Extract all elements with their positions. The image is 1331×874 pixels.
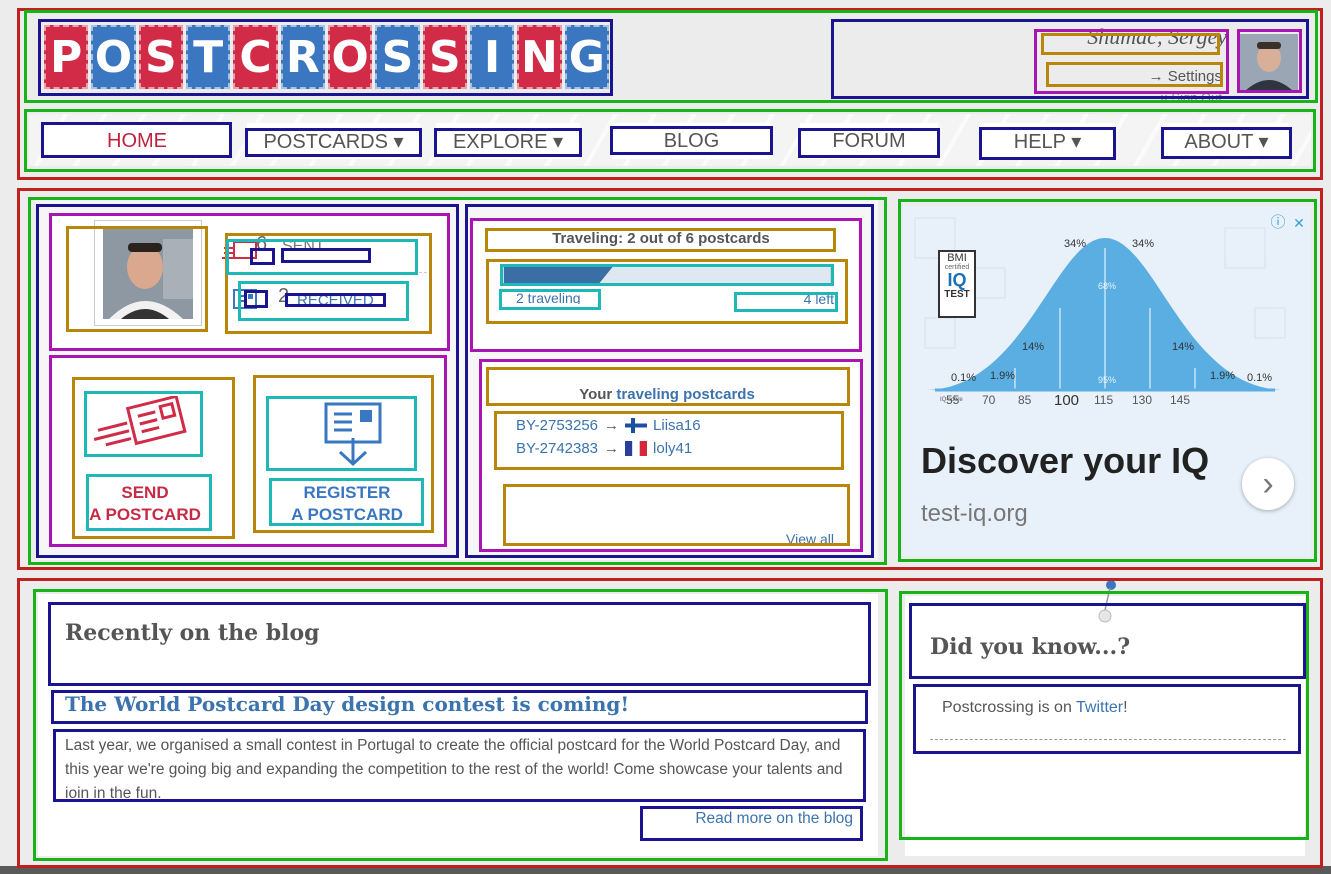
annotation-your-traveling (486, 367, 850, 406)
annotation-blog-excerpt (53, 729, 866, 802)
annotation-received-row (238, 281, 409, 321)
annotation-sent-row (226, 239, 418, 275)
annotation-traveling-count (499, 289, 601, 310)
page: POSTCROSSING Shumac, Sergey → Settings ×… (0, 0, 1331, 868)
annotation-nav-about (1161, 127, 1292, 159)
annotation-ad (898, 199, 1317, 562)
annotation-logo (38, 19, 613, 96)
annotation-user-name (1041, 33, 1220, 55)
annotation-blog-title (48, 602, 871, 686)
annotation-postcard-list (494, 411, 844, 470)
annotation-register-label (269, 478, 424, 526)
annotation-nav-home (41, 122, 232, 158)
annotation-blog-post-title (51, 690, 868, 724)
annotation-nav-postcards (245, 128, 422, 157)
annotation-left-count (734, 292, 838, 312)
annotation-nav-blog (610, 126, 773, 155)
annotation-traveling-title (485, 228, 836, 252)
annotation-send-icon (84, 391, 203, 457)
annotation-dyk-body (913, 684, 1301, 754)
annotation-send-label (86, 474, 212, 531)
annotation-dyk-title (909, 603, 1306, 679)
annotation-settings (1046, 62, 1223, 87)
annotation-view-all (503, 484, 850, 546)
annotation-nav-help (979, 127, 1116, 160)
annotation-read-more (640, 806, 863, 841)
annotation-progress-bar (500, 264, 834, 286)
annotation-profile-photo (66, 226, 208, 332)
annotation-register-icon (266, 396, 417, 471)
annotation-nav-forum (798, 128, 940, 158)
annotation-nav-explore (434, 128, 582, 157)
annotation-avatar (1237, 29, 1302, 93)
